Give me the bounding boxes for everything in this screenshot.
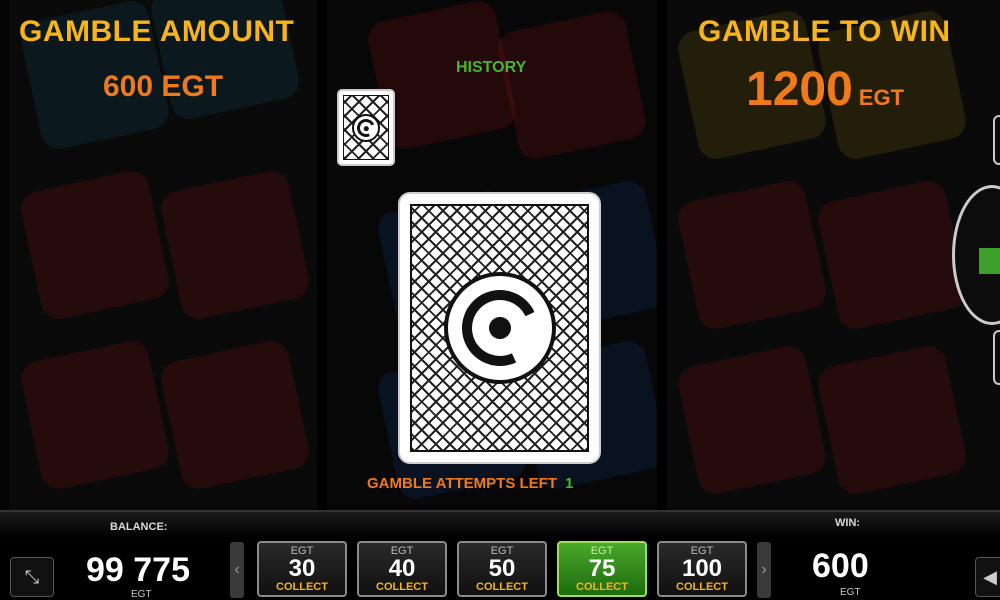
card-logo-icon [352, 113, 380, 142]
coin-action: COLLECT [576, 581, 628, 593]
dice-decoration [494, 7, 650, 163]
dice-decoration [17, 167, 173, 323]
history-label: HISTORY [456, 59, 527, 76]
coin-action: COLLECT [476, 581, 528, 593]
collect-coin-button-active[interactable]: EGT 75 COLLECT [557, 541, 647, 597]
dice-decoration [674, 342, 830, 498]
sound-icon[interactable]: ◀ [975, 557, 1000, 597]
balance-currency: EGT [131, 589, 152, 600]
coins-scroll-left-button[interactable]: ‹ [230, 542, 244, 598]
balance-label: BALANCE: [110, 521, 168, 533]
history-card [337, 89, 395, 166]
dice-decoration [674, 177, 830, 333]
side-button-edge[interactable] [993, 115, 1000, 165]
win-currency: EGT [840, 587, 861, 598]
collect-coin-button[interactable]: EGT 100 COLLECT [657, 541, 747, 597]
coin-value: 50 [488, 555, 516, 582]
dice-decoration [17, 337, 173, 493]
collect-coin-button[interactable]: EGT 40 COLLECT [357, 541, 447, 597]
coin-action: COLLECT [676, 581, 728, 593]
coin-value: 75 [588, 555, 616, 582]
gamble-amount-value: 600 EGT [103, 70, 224, 103]
panel-divider [317, 0, 327, 510]
gamble-to-win-value: 1200 EGT [746, 62, 904, 117]
gamble-card[interactable] [398, 192, 601, 464]
gamble-attempts: GAMBLE ATTEMPTS LEFT 1 [367, 475, 573, 492]
choice-icon [979, 248, 1000, 274]
fullscreen-icon[interactable]: ⤡ [10, 557, 54, 597]
gamble-to-win-title: GAMBLE TO WIN [698, 15, 951, 48]
win-amount-number: 1200 [746, 63, 853, 116]
gamble-amount-title: GAMBLE AMOUNT [19, 15, 295, 48]
win-value: 600 [812, 547, 869, 585]
dice-decoration [157, 167, 313, 323]
panel-divider [657, 0, 667, 510]
balance-value: 99 775 [86, 551, 190, 589]
coin-value: 30 [288, 555, 316, 582]
coins-scroll-right-button[interactable]: › [757, 542, 771, 598]
coin-value: 40 [388, 555, 416, 582]
coin-value: 100 [681, 555, 723, 582]
attempts-label: GAMBLE ATTEMPTS LEFT [367, 475, 557, 492]
coin-action: COLLECT [376, 581, 428, 593]
dice-decoration [814, 177, 970, 333]
dice-decoration [157, 337, 313, 493]
dice-decoration [814, 342, 970, 498]
win-label: WIN: [835, 517, 861, 529]
win-amount-currency: EGT [858, 85, 905, 110]
attempts-count: 1 [564, 475, 574, 492]
collect-coin-button[interactable]: EGT 30 COLLECT [257, 541, 347, 597]
side-button-edge[interactable] [993, 330, 1000, 385]
collect-coin-button[interactable]: EGT 50 COLLECT [457, 541, 547, 597]
card-logo-icon [443, 272, 556, 384]
coin-action: COLLECT [276, 581, 328, 593]
